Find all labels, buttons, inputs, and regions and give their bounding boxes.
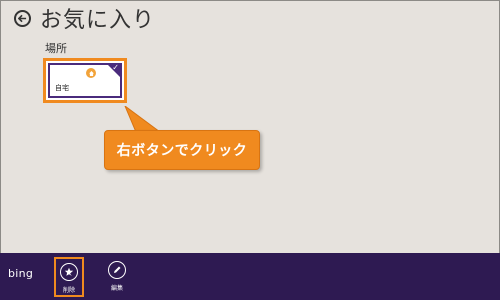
edit-button[interactable]: 編集 [102,257,132,297]
page-title: お気に入り [40,8,156,33]
back-button[interactable] [14,10,31,27]
arrow-left-icon [18,14,27,23]
delete-label: 削除 [62,287,75,294]
delete-button[interactable]: 削除 [54,257,84,297]
pencil-icon [108,261,126,279]
callout-text: 右ボタンでクリック [116,143,248,159]
tile-highlight-frame: ✓ 自宅 [43,58,127,103]
group-label: 場所 [45,42,67,55]
check-icon: ✓ [112,63,119,72]
edit-label: 編集 [110,285,123,292]
bing-logo: bing [8,267,34,280]
tile-label: 自宅 [55,84,69,92]
favorite-tile-home[interactable]: ✓ 自宅 [48,63,122,98]
star-remove-icon [60,263,78,281]
home-icon [86,68,96,78]
instruction-callout: 右ボタンでクリック [104,130,260,170]
app-bar: bing 削除 編集 [0,253,500,300]
